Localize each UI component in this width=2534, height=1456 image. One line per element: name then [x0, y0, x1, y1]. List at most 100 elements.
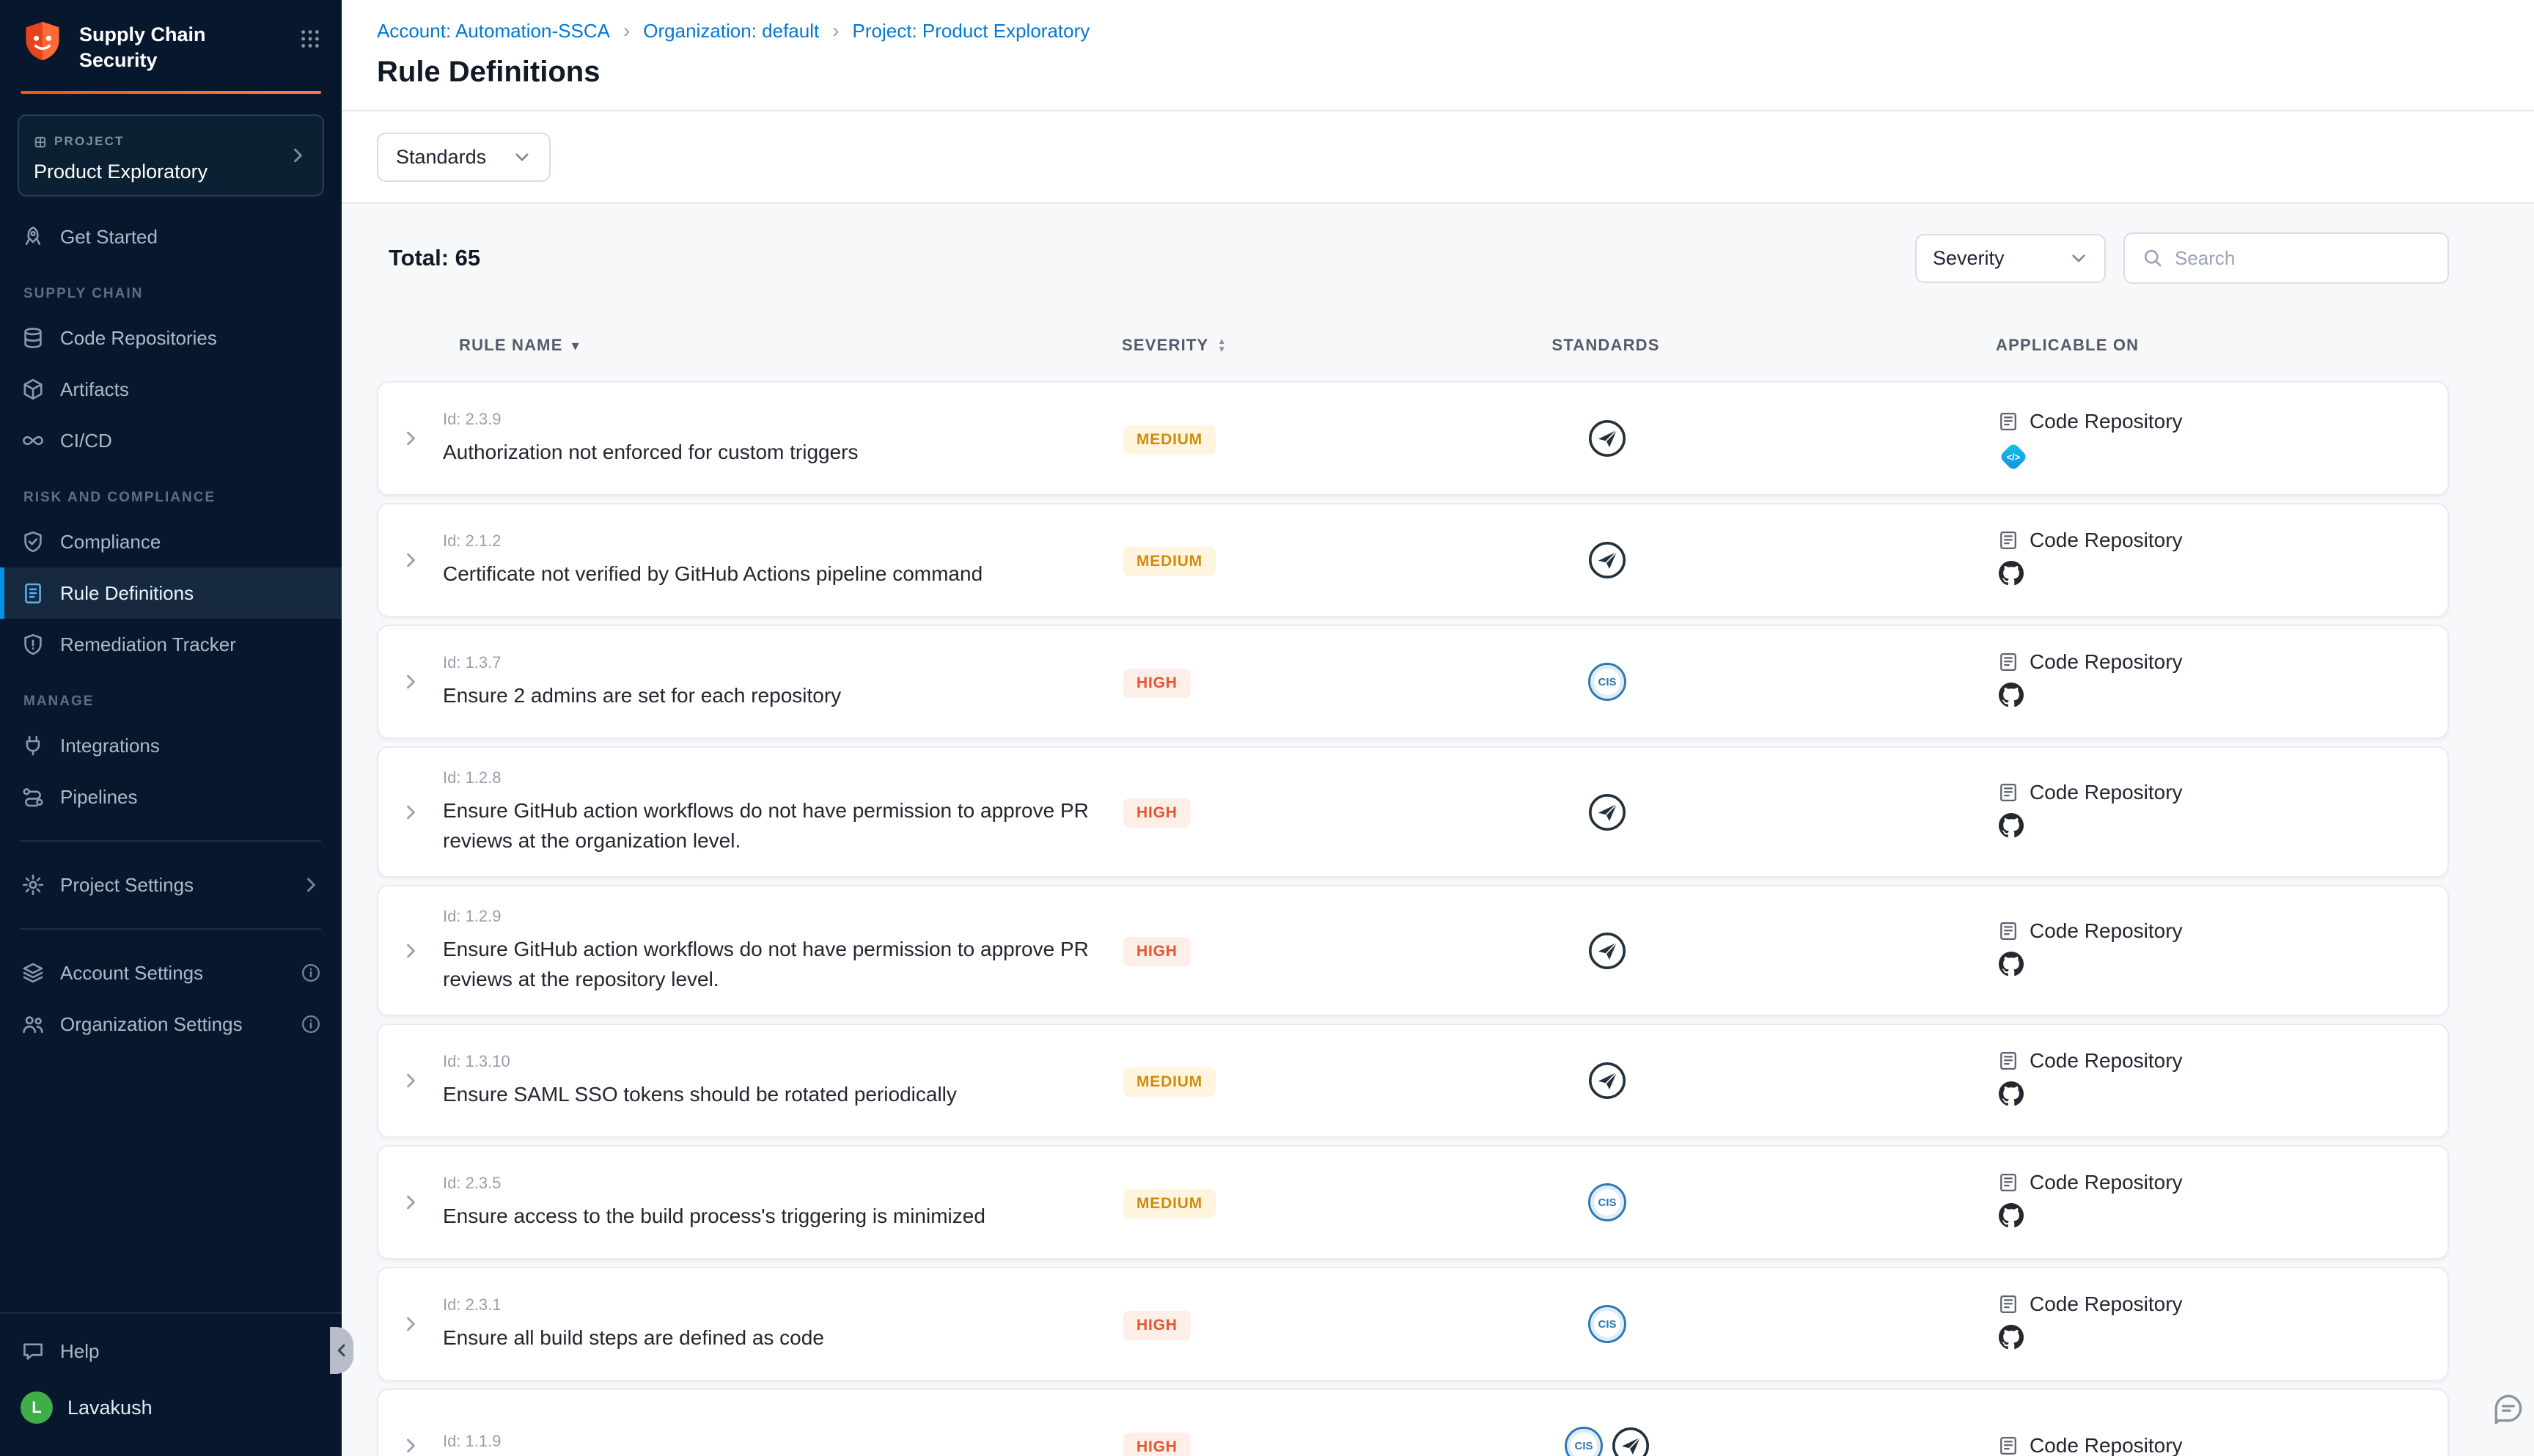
standards-cell	[1417, 793, 1798, 831]
row-expand-chevron-icon[interactable]	[378, 428, 443, 449]
github-icon	[1999, 813, 2024, 844]
code-repository-icon	[1997, 782, 2019, 804]
sidebar-item-artifacts[interactable]: Artifacts	[0, 364, 342, 415]
infinity-icon	[21, 428, 45, 453]
paper-plane-standard-icon	[1588, 1062, 1626, 1100]
layers-icon	[21, 960, 45, 985]
project-label: PROJECT	[54, 134, 125, 149]
info-icon[interactable]	[301, 1014, 321, 1034]
applicable-cell: Code Repository	[1798, 650, 2447, 713]
table-row[interactable]: Id: 1.2.8Ensure GitHub action workflows …	[377, 746, 2449, 878]
sidebar-item-label: Rule Definitions	[60, 582, 194, 605]
row-expand-chevron-icon[interactable]	[378, 1192, 443, 1213]
column-header-severity[interactable]: SEVERITY ▲▼	[1122, 336, 1415, 355]
rule-id: Id: 2.3.5	[443, 1174, 1123, 1193]
severity-badge: HIGH	[1123, 1311, 1191, 1340]
code-repository-icon	[1997, 529, 2019, 551]
column-header-rule-name[interactable]: RULE NAME ▾	[441, 336, 1122, 355]
severity-filter-dropdown[interactable]: Severity	[1915, 234, 2106, 283]
applicable-cell: Code Repository	[1798, 781, 2447, 844]
chevron-right-icon[interactable]	[301, 875, 321, 895]
sidebar-item-integrations[interactable]: Integrations	[0, 720, 342, 771]
table-row[interactable]: Id: 2.3.1Ensure all build steps are defi…	[377, 1267, 2449, 1381]
shield-icon	[21, 632, 45, 657]
rule-name: Ensure GitHub action workflows do not ha…	[443, 796, 1123, 856]
table-toolbar: Total: 65 Severity	[377, 230, 2449, 286]
divider	[21, 928, 321, 930]
sidebar-item-rule-definitions[interactable]: Rule Definitions	[0, 567, 342, 619]
row-expand-chevron-icon[interactable]	[378, 941, 443, 961]
applicable-cell: Code Repository	[1798, 1049, 2447, 1112]
severity-badge: MEDIUM	[1123, 1189, 1216, 1218]
table-header-row: RULE NAME ▾ SEVERITY ▲▼ STANDARDS APPLIC…	[377, 336, 2449, 355]
breadcrumb-project-link[interactable]: Project: Product Exploratory	[853, 20, 1090, 43]
main-panel: Account: Automation-SSCA › Organization:…	[342, 0, 2534, 1456]
sidebar-item-code-repositories[interactable]: Code Repositories	[0, 312, 342, 364]
rule-list: Id: 2.3.9Authorization not enforced for …	[377, 381, 2449, 1456]
sidebar-item-label: Integrations	[60, 735, 160, 757]
filter-bar: Standards	[342, 111, 2534, 204]
standards-filter-label: Standards	[396, 146, 486, 169]
sidebar: Supply Chain Security PROJECT Product Ex…	[0, 0, 342, 1456]
table-row[interactable]: Id: 1.2.9Ensure GitHub action workflows …	[377, 885, 2449, 1016]
standards-cell	[1417, 419, 1798, 457]
applicable-on-label: Code Repository	[2030, 410, 2183, 433]
table-row[interactable]: Id: 1.3.7 Ensure 2 admins are set for eac…	[377, 625, 2449, 739]
app-switcher-grid-icon[interactable]	[299, 19, 321, 56]
chevron-down-icon	[513, 147, 532, 166]
sidebar-item-cicd[interactable]: CI/CD	[0, 415, 342, 466]
sidebar-item-help[interactable]: Help	[0, 1326, 342, 1377]
breadcrumb-account-link[interactable]: Account: Automation-SSCA	[377, 20, 610, 43]
search-box[interactable]	[2123, 232, 2449, 284]
search-icon	[2142, 248, 2163, 268]
sidebar-item-get-started[interactable]: Get Started	[0, 211, 342, 262]
table-row[interactable]: Id: 2.1.2Certificate not verified by Git…	[377, 503, 2449, 617]
table-row[interactable]: Id: 1.1.9HIGHCISCode Repository	[377, 1389, 2449, 1456]
cis-standard-icon: CIS	[1565, 1427, 1603, 1456]
sidebar-item-account-settings[interactable]: Account Settings	[0, 947, 342, 999]
sidebar-item-pipelines[interactable]: Pipelines	[0, 771, 342, 823]
user-menu[interactable]: L Lavakush	[0, 1377, 342, 1438]
support-chat-icon[interactable]	[2490, 1390, 2527, 1427]
breadcrumb: Account: Automation-SSCA › Organization:…	[377, 19, 2499, 43]
sidebar-item-label: Code Repositories	[60, 327, 217, 350]
search-input[interactable]	[2175, 247, 2430, 270]
table-row[interactable]: Id: 1.3.10Ensure SAML SSO tokens should …	[377, 1023, 2449, 1138]
info-icon[interactable]	[301, 963, 321, 983]
severity-badge: HIGH	[1123, 937, 1191, 966]
sidebar-item-compliance[interactable]: Compliance	[0, 516, 342, 567]
divider	[21, 840, 321, 842]
brand-accent-line	[21, 91, 321, 94]
row-expand-chevron-icon[interactable]	[378, 1070, 443, 1091]
row-expand-chevron-icon[interactable]	[378, 550, 443, 570]
standards-cell: CIS	[1417, 1183, 1798, 1221]
standards-filter-dropdown[interactable]: Standards	[377, 133, 551, 182]
standards-cell	[1417, 541, 1798, 579]
row-expand-chevron-icon[interactable]	[378, 672, 443, 692]
sidebar-item-project-settings[interactable]: Project Settings	[0, 859, 342, 911]
project-icon	[34, 128, 47, 155]
project-selector[interactable]: PROJECT Product Exploratory	[18, 114, 324, 196]
code-repository-icon	[1997, 651, 2019, 673]
sidebar-collapse-handle[interactable]	[330, 1327, 353, 1374]
sidebar-item-organization-settings[interactable]: Organization Settings	[0, 999, 342, 1050]
standards-cell	[1417, 1062, 1798, 1100]
github-icon	[1999, 1325, 2024, 1356]
table-row[interactable]: Id: 2.3.5Ensure access to the build proc…	[377, 1145, 2449, 1260]
github-icon	[1999, 952, 2024, 982]
row-expand-chevron-icon[interactable]	[378, 1314, 443, 1334]
gear-icon	[21, 872, 45, 897]
rule-name: Ensure 2 admins are set for each reposit…	[443, 681, 1123, 711]
row-expand-chevron-icon[interactable]	[378, 1435, 443, 1456]
breadcrumb-organization-link[interactable]: Organization: default	[643, 20, 819, 43]
code-platform-icon: </>	[1999, 442, 2028, 471]
row-expand-chevron-icon[interactable]	[378, 802, 443, 823]
sidebar-item-remediation-tracker[interactable]: Remediation Tracker	[0, 619, 342, 670]
content-area: Total: 65 Severity RULE NAME ▾ SEVERITY	[342, 204, 2534, 1456]
severity-badge: MEDIUM	[1123, 425, 1216, 455]
code-repository-icon	[1997, 1050, 2019, 1072]
standards-cell: CIS	[1417, 1427, 1798, 1456]
severity-badge: HIGH	[1123, 798, 1191, 828]
rule-id: Id: 1.3.7	[443, 653, 1123, 672]
table-row[interactable]: Id: 2.3.9Authorization not enforced for …	[377, 381, 2449, 496]
